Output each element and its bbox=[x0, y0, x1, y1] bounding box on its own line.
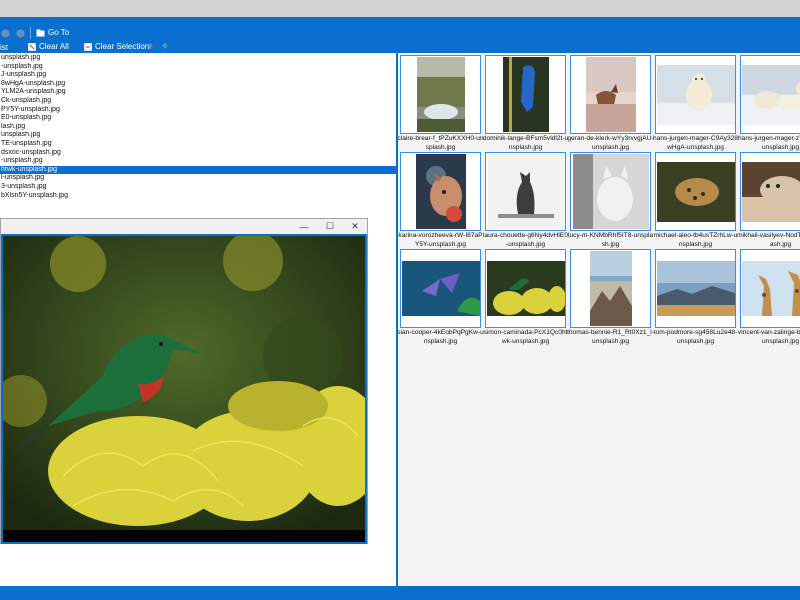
thumbnail-tile[interactable]: thomas-bennie-R1_Rt0Xz1_l-unsplash.jpg bbox=[567, 249, 654, 345]
minimize-button[interactable]: — bbox=[293, 219, 315, 234]
toolbar-separator bbox=[30, 27, 31, 39]
viewer-image-area bbox=[0, 231, 383, 544]
thumbnail-tile[interactable]: lucy-m-KNMbRhf5IT8-unsplash.jpg bbox=[567, 152, 653, 248]
list-button[interactable]: ist bbox=[0, 43, 8, 52]
thumbnail-tile[interactable]: claire-brear-f_tPZuKXXH0-unsplash.jpg bbox=[398, 55, 484, 151]
thumbnail-caption: lucy-m-KNMbRhf5IT8-unsplash.jpg bbox=[567, 232, 653, 248]
maximize-icon: ☐ bbox=[325, 221, 335, 231]
thumbnail-caption: dominik-lange-BFsm5vldl2t-unsplash.jpg bbox=[482, 135, 569, 151]
thumbnail-tile[interactable]: tom-podmore-sg458Lu2e48-unsplash.jpg bbox=[653, 249, 738, 345]
thumbnail-tile[interactable]: geran-de-klerk-wYy3rvvgjAU-unsplash.jpg bbox=[567, 55, 654, 151]
thumbnail-tile[interactable]: dominik-lange-BFsm5vldl2t-unsplash.jpg bbox=[482, 55, 569, 151]
thumbnail-image[interactable] bbox=[570, 249, 651, 328]
thumbnail-caption: sian-cooper-4kEobPqPgKw-unsplash.jpg bbox=[398, 329, 484, 345]
thumbnail-tile[interactable]: vincent-van-zalinge-bXlsn5Y-unsplash.jpg bbox=[737, 249, 800, 345]
list-label: ist bbox=[0, 43, 8, 52]
file-list-item[interactable]: -unsplash.jpg bbox=[0, 157, 396, 166]
thumbnail-image[interactable] bbox=[570, 55, 651, 134]
file-list-item[interactable]: lash.jpg bbox=[0, 123, 396, 132]
thumbnail-image[interactable] bbox=[655, 152, 736, 231]
file-list-item[interactable]: htwk-unsplash.jpg bbox=[0, 165, 396, 175]
file-list-item[interactable]: 8wHgA-unsplash.jpg bbox=[0, 80, 396, 89]
thumbnail-image[interactable] bbox=[570, 152, 651, 231]
folder-icon bbox=[36, 29, 45, 36]
thumbnail-caption: hans-jurgen-mager-zYLM2A-unsplash.jpg bbox=[737, 135, 800, 151]
toolbar: Go To ist Clear All Clear Selection bbox=[0, 17, 800, 53]
thumbnail-image[interactable] bbox=[740, 55, 800, 134]
thumbnail-caption: vincent-van-zalinge-bXlsn5Y-unsplash.jpg bbox=[737, 329, 800, 345]
file-list-item[interactable]: unsplash.jpg bbox=[0, 54, 396, 63]
thumbnail-grid[interactable]: claire-brear-f_tPZuKXXH0-unsplash.jpg dom… bbox=[398, 53, 800, 586]
window-titlebar[interactable] bbox=[0, 0, 800, 17]
thumbnail-caption: laura-chouette-g6Ny4dvHIE0-unsplash.jpg bbox=[482, 232, 569, 248]
forward-icon[interactable] bbox=[16, 29, 25, 38]
thumbnail-image[interactable] bbox=[400, 55, 481, 134]
clear-selection-label: Clear Selection bbox=[95, 42, 150, 51]
thumbnail-caption: tom-podmore-sg458Lu2e48-unsplash.jpg bbox=[653, 329, 738, 345]
file-list-item[interactable]: YLM2A-unsplash.jpg bbox=[0, 88, 396, 97]
thumbnail-tile[interactable]: hans-jurgen-mager-zYLM2A-unsplash.jpg bbox=[737, 55, 800, 151]
thumbnail-caption: karina-vorozheeva-rW-I87aPY5Y-unsplash.j… bbox=[398, 232, 483, 248]
clear-all-button[interactable]: Clear All bbox=[28, 42, 69, 51]
status-bar bbox=[0, 586, 800, 600]
file-list-item[interactable]: -unsplash.jpg bbox=[0, 63, 396, 72]
file-list-item[interactable]: PY5Y-unsplash.jpg bbox=[0, 106, 396, 115]
move-up-icon[interactable] bbox=[146, 42, 154, 50]
file-list-item[interactable]: Ck-unsplash.jpg bbox=[0, 97, 396, 106]
thumbnail-tile[interactable]: simon-caminada-PcX1Qc0htwk-unsplash.jpg bbox=[483, 249, 568, 345]
file-list-item[interactable]: dsxoc-unsplash.jpg bbox=[0, 149, 396, 158]
thumbnail-tile[interactable]: laura-chouette-g6Ny4dvHIE0-unsplash.jpg bbox=[482, 152, 569, 248]
thumbnail-caption: michael-aleo-tb4usTZrhLw-unsplash.jpg bbox=[653, 232, 738, 248]
viewer-titlebar[interactable]: — ☐ ✕ bbox=[1, 219, 367, 234]
clear-selection-button[interactable]: Clear Selection bbox=[84, 42, 149, 51]
minimize-icon: — bbox=[299, 221, 309, 232]
thumbnail-tile[interactable]: michael-aleo-tb4usTZrhLw-unsplash.jpg bbox=[653, 152, 738, 248]
maximize-button[interactable]: ☐ bbox=[319, 219, 341, 234]
thumbnail-image[interactable] bbox=[485, 152, 566, 231]
thumbnail-caption: hans-jurgen-mager-C9Ay328wHgA-unsplash.j… bbox=[653, 135, 738, 151]
file-list-item[interactable]: 3-unsplash.jpg bbox=[0, 183, 396, 192]
back-icon[interactable] bbox=[1, 29, 10, 38]
goto-label: Go To bbox=[48, 28, 70, 37]
file-list-item[interactable]: TE-unsplash.jpg bbox=[0, 140, 396, 149]
file-list-item[interactable]: unsplash.jpg bbox=[0, 131, 396, 140]
clear-selection-icon bbox=[84, 42, 92, 51]
thumbnail-image[interactable] bbox=[655, 55, 736, 134]
thumbnail-tile[interactable]: hans-jurgen-mager-C9Ay328wHgA-unsplash.j… bbox=[653, 55, 738, 151]
goto-button[interactable]: Go To bbox=[36, 28, 69, 37]
thumbnail-caption: geran-de-klerk-wYy3rvvgjAU-unsplash.jpg bbox=[567, 135, 654, 151]
thumbnail-tile[interactable]: mikhail-vasilyev-NodTE-unsplash.jpg bbox=[737, 152, 800, 248]
thumbnail-tile[interactable]: karina-vorozheeva-rW-I87aPY5Y-unsplash.j… bbox=[398, 152, 483, 248]
thumbnail-image[interactable] bbox=[400, 152, 481, 231]
thumbnail-image[interactable] bbox=[485, 249, 566, 328]
thumbnail-caption: thomas-bennie-R1_Rt0Xz1_l-unsplash.jpg bbox=[567, 329, 654, 345]
close-button[interactable]: ✕ bbox=[344, 219, 366, 234]
close-icon: ✕ bbox=[351, 221, 359, 231]
thumbnail-caption: mikhail-vasilyev-NodTE-unsplash.jpg bbox=[737, 232, 800, 248]
thumbnail-image[interactable] bbox=[485, 55, 566, 134]
file-list-item[interactable]: bXlsn5Y-unsplash.jpg bbox=[0, 192, 396, 201]
thumbnail-image[interactable] bbox=[400, 249, 481, 328]
thumbnail-image[interactable] bbox=[740, 249, 800, 328]
image-viewer-window[interactable]: — ☐ ✕ bbox=[0, 218, 383, 544]
clear-all-icon bbox=[28, 42, 36, 51]
file-list-item[interactable]: J-unsplash.jpg bbox=[0, 71, 396, 80]
move-down-icon[interactable] bbox=[161, 42, 169, 50]
sunbird-on-protea-image bbox=[0, 231, 383, 542]
thumbnail-image[interactable] bbox=[655, 249, 736, 328]
thumbnail-image[interactable] bbox=[740, 152, 800, 231]
clear-all-label: Clear All bbox=[39, 42, 69, 51]
thumbnail-caption: simon-caminada-PcX1Qc0htwk-unsplash.jpg bbox=[483, 329, 568, 345]
thumbnail-caption: claire-brear-f_tPZuKXXH0-unsplash.jpg bbox=[398, 135, 484, 151]
file-list-item[interactable]: l-unsplash.jpg bbox=[0, 174, 396, 183]
thumbnail-tile[interactable]: sian-cooper-4kEobPqPgKw-unsplash.jpg bbox=[398, 249, 484, 345]
file-list-item[interactable]: E0-unsplash.jpg bbox=[0, 114, 396, 123]
